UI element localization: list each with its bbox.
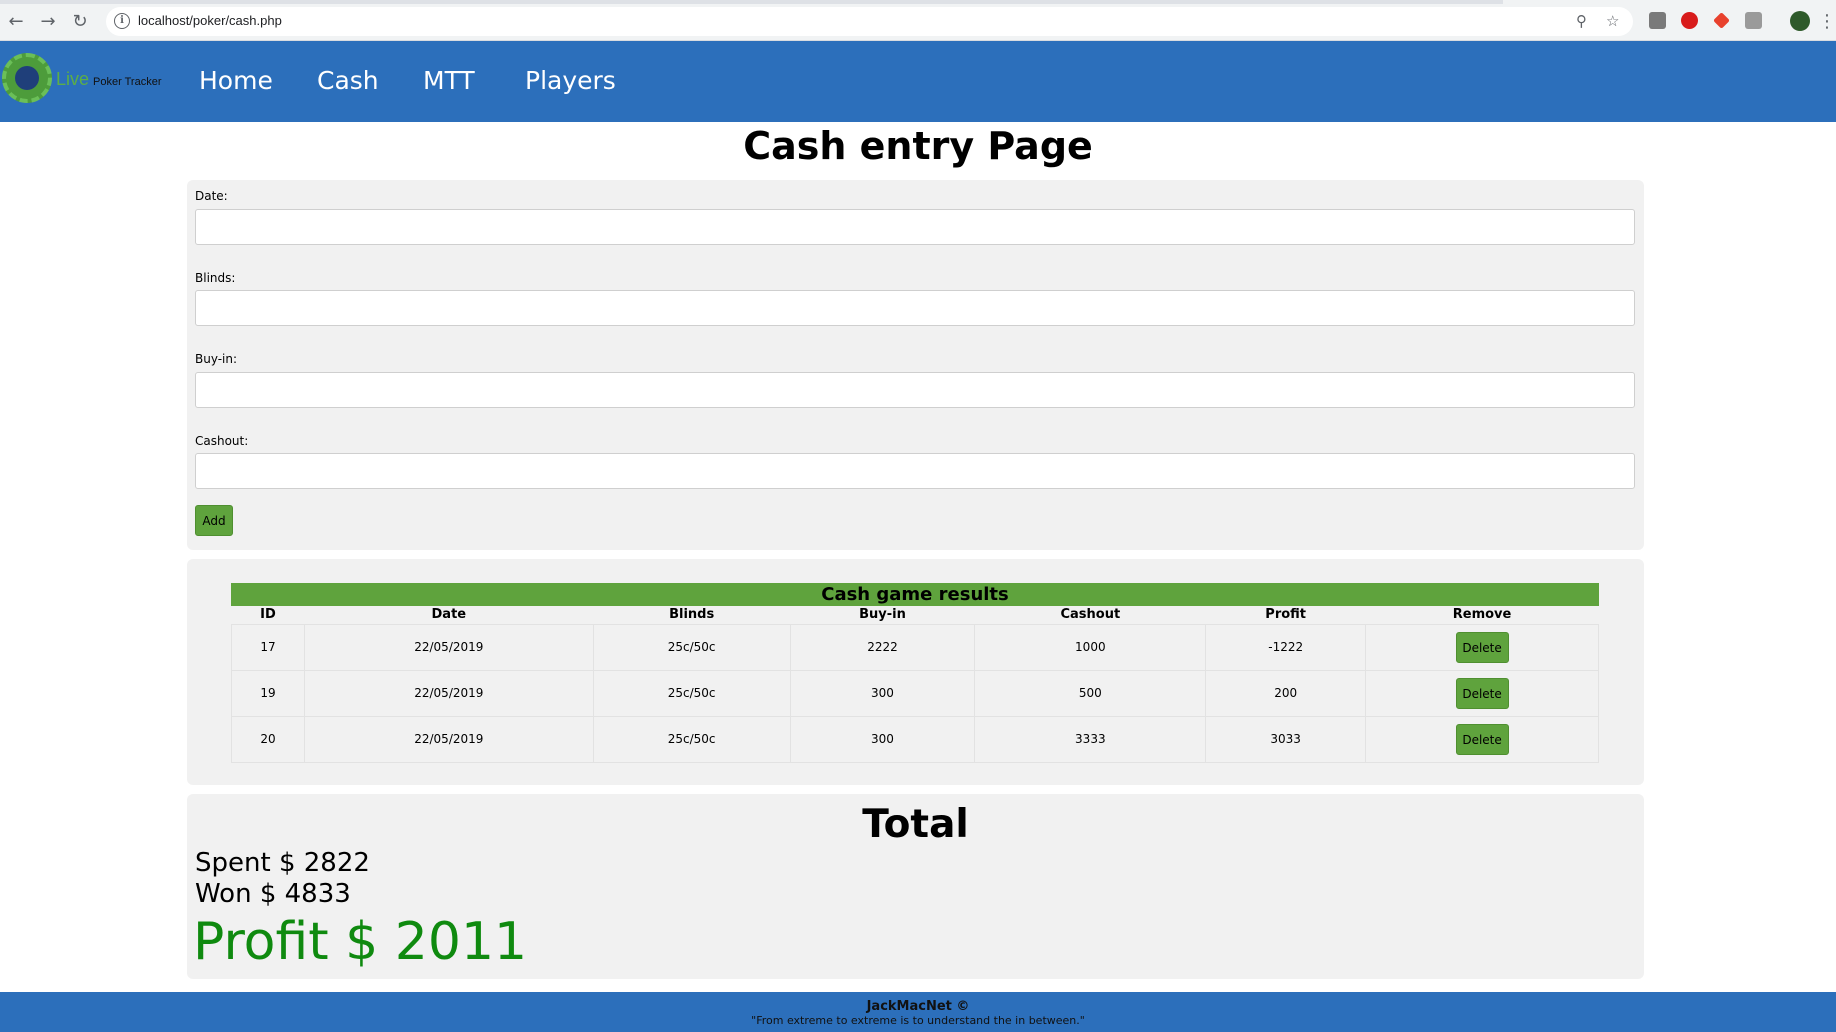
cell-date: 22/05/2019 (304, 715, 594, 763)
cell-id: 20 (231, 715, 305, 763)
blinds-field[interactable] (195, 290, 1635, 326)
delete-button[interactable]: Delete (1455, 631, 1509, 663)
delete-button[interactable]: Delete (1455, 723, 1509, 755)
page-title: Cash entry Page (743, 124, 1093, 168)
cell-cashout: 1000 (974, 623, 1207, 670)
cell-remove: Delete (1365, 623, 1599, 670)
cell-blinds: 25c/50c (593, 623, 791, 670)
logo-text[interactable]: Live Poker Tracker (56, 69, 162, 90)
header-profit: Profit (1265, 607, 1307, 623)
cashout-label: Cashout: (195, 434, 249, 448)
buyin-label: Buy-in: (195, 352, 238, 366)
nav-mtt[interactable]: MTT (423, 66, 475, 95)
cell-remove: Delete (1365, 715, 1599, 763)
header-cashout: Cashout (1060, 607, 1121, 623)
info-icon[interactable]: i (114, 13, 130, 29)
forward-icon[interactable]: → (36, 9, 60, 33)
cell-blinds: 25c/50c (593, 715, 791, 763)
footer-quote: "From extreme to extreme is to understan… (751, 1014, 1085, 1027)
site-footer: JackMacNet © "From extreme to extreme is… (0, 992, 1836, 1032)
profit-total: Profit $ 2011 (193, 912, 528, 972)
logo-live: Live (56, 69, 90, 89)
header-id: ID (260, 607, 276, 623)
date-label: Date: (195, 189, 228, 203)
bookmark-star-icon[interactable]: ☆ (1606, 12, 1619, 30)
pocket-extension-icon[interactable] (1713, 12, 1730, 29)
footer-brand: JackMacNet © (866, 999, 970, 1014)
won-total: Won $ 4833 (195, 879, 351, 909)
address-bar[interactable]: i localhost/poker/cash.php ⚲ ☆ (106, 7, 1633, 36)
site-navbar: Live Poker Tracker Home Cash MTT Players (0, 41, 1836, 122)
browser-toolbar: ← → ↻ i localhost/poker/cash.php ⚲ ☆ ⋮ (0, 0, 1836, 41)
results-caption: Cash game results (231, 583, 1599, 606)
cell-cashout: 500 (974, 669, 1207, 716)
reload-icon[interactable]: ↻ (68, 9, 92, 33)
cell-profit: -1222 (1205, 623, 1367, 670)
buyin-field[interactable] (195, 372, 1635, 408)
opera-extension-icon[interactable] (1681, 12, 1698, 29)
results-panel: Cash game results ID Date Blinds Buy-in … (187, 559, 1644, 785)
cell-date: 22/05/2019 (304, 623, 594, 670)
poker-chip-logo-icon[interactable] (2, 53, 52, 103)
cell-date: 22/05/2019 (304, 669, 594, 716)
blinds-label: Blinds: (195, 271, 236, 285)
extension-icon[interactable] (1649, 12, 1666, 29)
pdf-extension-icon[interactable] (1745, 12, 1762, 29)
cell-buyin: 2222 (790, 623, 976, 670)
results-table: Cash game results ID Date Blinds Buy-in … (231, 583, 1599, 763)
nav-players[interactable]: Players (525, 66, 616, 95)
cell-profit: 3033 (1205, 715, 1367, 763)
total-title: Total (862, 802, 969, 847)
delete-button[interactable]: Delete (1455, 677, 1509, 709)
totals-panel: Total Spent $ 2822 Won $ 4833 Profit $ 2… (187, 794, 1644, 979)
zoom-icon[interactable]: ⚲ (1576, 12, 1587, 30)
cashout-field[interactable] (195, 453, 1635, 489)
cell-cashout: 3333 (974, 715, 1207, 763)
avatar[interactable] (1790, 11, 1810, 31)
nav-cash[interactable]: Cash (317, 66, 379, 95)
cell-buyin: 300 (790, 669, 976, 716)
table-row: 20 22/05/2019 25c/50c 300 3333 3033 Dele… (231, 715, 1599, 763)
cell-profit: 200 (1205, 669, 1367, 716)
date-field[interactable] (195, 209, 1635, 245)
url-text[interactable]: localhost/poker/cash.php (138, 13, 282, 28)
table-row: 19 22/05/2019 25c/50c 300 500 200 Delete (231, 669, 1599, 716)
table-row: 17 22/05/2019 25c/50c 2222 1000 -1222 De… (231, 623, 1599, 670)
header-date: Date (431, 607, 467, 623)
chrome-menu-icon[interactable]: ⋮ (1818, 9, 1836, 33)
cell-buyin: 300 (790, 715, 976, 763)
cell-id: 17 (231, 623, 305, 670)
header-blinds: Blinds (669, 607, 715, 623)
header-remove: Remove (1452, 607, 1512, 623)
table-header-row: ID Date Blinds Buy-in Cashout Profit Rem… (232, 606, 1599, 624)
header-buyin: Buy-in (859, 607, 906, 623)
cell-id: 19 (231, 669, 305, 716)
back-icon[interactable]: ← (4, 9, 28, 33)
cell-remove: Delete (1365, 669, 1599, 716)
cash-entry-form: Date: Blinds: Buy-in: Cashout: Add (187, 180, 1644, 550)
tab-strip (0, 0, 1503, 4)
nav-home[interactable]: Home (199, 66, 273, 95)
logo-subtitle: Poker Tracker (93, 76, 162, 88)
cell-blinds: 25c/50c (593, 669, 791, 716)
spent-total: Spent $ 2822 (195, 848, 370, 878)
add-button[interactable]: Add (195, 505, 233, 536)
